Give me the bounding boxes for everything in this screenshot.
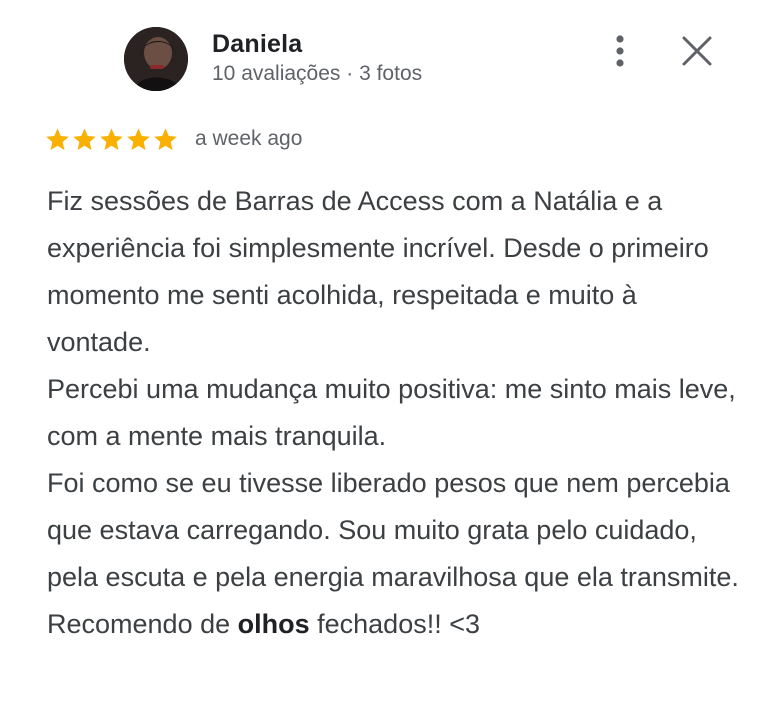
review-closing: Recomendo de olhos fechados!! <3 xyxy=(47,601,747,648)
review-closing-before: Recomendo de xyxy=(47,609,238,639)
star-rating xyxy=(44,126,179,153)
review-header: Daniela 10 avaliações · 3 fotos xyxy=(0,0,768,110)
close-button[interactable] xyxy=(672,28,720,76)
review-paragraph: Foi como se eu tivesse liberado pesos qu… xyxy=(47,468,739,592)
star-icon xyxy=(127,127,150,150)
rating-row: a week ago xyxy=(44,122,302,156)
review-text: Fiz sessões de Barras de Access com a Na… xyxy=(47,178,747,648)
review-paragraph: Fiz sessões de Barras de Access com a Na… xyxy=(47,186,709,357)
review-closing-after: fechados!! <3 xyxy=(309,609,480,639)
star-icon xyxy=(46,127,69,150)
avatar[interactable] xyxy=(124,27,188,91)
star-icon xyxy=(100,127,123,150)
star-icon xyxy=(154,127,177,150)
review-date: a week ago xyxy=(195,127,303,150)
more-vert-icon xyxy=(616,35,624,67)
review-paragraph: Percebi uma mudança muito positiva: me s… xyxy=(47,374,736,451)
avatar-photo-icon xyxy=(124,27,188,91)
review-closing-bold: olhos xyxy=(237,609,310,639)
author-meta: 10 avaliações · 3 fotos xyxy=(212,62,423,85)
more-options-button[interactable] xyxy=(600,28,640,72)
close-icon xyxy=(682,36,712,66)
star-icon xyxy=(73,127,96,150)
author-name[interactable]: Daniela xyxy=(212,30,302,59)
